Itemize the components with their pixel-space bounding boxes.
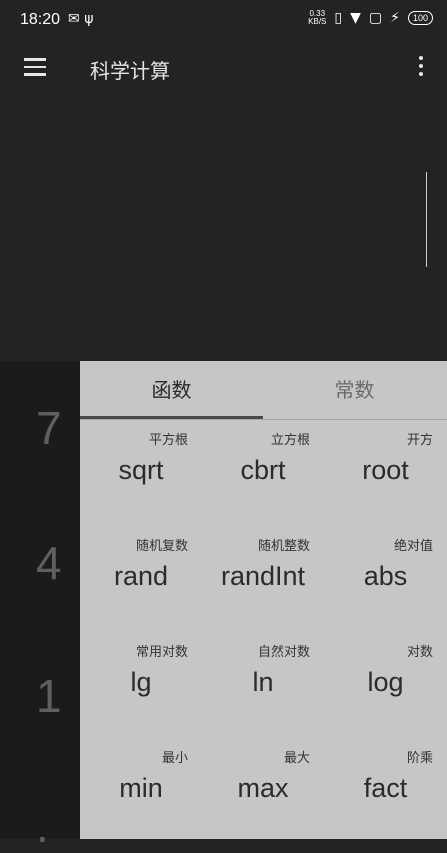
decimal-key[interactable]: .: [36, 799, 49, 853]
function-label: 随机复数: [135, 539, 188, 554]
function-name: ln: [252, 667, 274, 697]
vibrate-icon: ▯: [334, 10, 343, 26]
wifi-icon: ▼: [350, 10, 361, 26]
digit-key-7[interactable]: 7: [36, 401, 62, 455]
function-key-rand[interactable]: 随机复数 rand: [80, 525, 202, 631]
function-key-lg[interactable]: 常用对数 lg: [80, 631, 202, 737]
function-key-randint[interactable]: 随机整数 randInt: [202, 525, 324, 631]
function-label: 立方根: [270, 433, 310, 448]
function-label: 常用对数: [135, 645, 188, 660]
tab-functions[interactable]: 函数: [80, 361, 263, 419]
digit-key-1[interactable]: 1: [36, 669, 62, 723]
status-bar: 18:20 ✉ ψ 0.33 KB/S ▯ ▼ ▢ ⚡ 100: [0, 0, 447, 40]
status-time: 18:20: [20, 11, 61, 28]
function-label: 随机整数: [257, 539, 310, 554]
function-name: abs: [363, 561, 408, 591]
net-speed-unit: KB/S: [308, 17, 327, 26]
status-right: 0.33 KB/S ▯ ▼ ▢ ⚡ 100: [308, 10, 433, 26]
charging-icon: ⚡: [390, 10, 400, 26]
net-speed: 0.33 KB/S: [308, 10, 326, 26]
function-key-ln[interactable]: 自然对数 ln: [202, 631, 324, 737]
screen-icon: ▢: [368, 10, 383, 26]
function-key-min[interactable]: 最小 min: [80, 737, 202, 839]
page-title: 科学计算: [90, 59, 170, 83]
function-name: lg: [130, 667, 152, 697]
digit-key-4[interactable]: 4: [36, 536, 62, 590]
function-key-cbrt[interactable]: 立方根 cbrt: [202, 419, 324, 525]
function-name: max: [237, 773, 289, 803]
function-name: root: [362, 455, 409, 485]
menu-icon[interactable]: [24, 58, 46, 76]
function-label: 对数: [406, 645, 433, 660]
function-key-fact[interactable]: 阶乘 fact: [324, 737, 447, 839]
function-label: 平方根: [148, 433, 188, 448]
function-name: randInt: [220, 561, 306, 591]
function-label: 最小: [161, 751, 188, 766]
functions-panel: 函数 常数 平方根 sqrt 立方根 cbrt 开方 root 随机复数 ran…: [80, 361, 447, 839]
function-name: fact: [363, 773, 408, 803]
function-key-log[interactable]: 对数 log: [324, 631, 447, 737]
function-name: min: [119, 773, 163, 803]
function-label: 开方: [406, 433, 433, 448]
function-label: 最大: [283, 751, 310, 766]
function-label: 阶乘: [406, 751, 433, 766]
usb-icon: ψ: [84, 11, 94, 27]
tab-constants[interactable]: 常数: [263, 361, 446, 419]
function-name: log: [367, 667, 404, 697]
notification-icons: ✉ ψ: [68, 11, 93, 27]
mail-icon: ✉: [68, 11, 80, 27]
function-name: rand: [113, 561, 169, 591]
function-label: 绝对值: [393, 539, 433, 554]
function-key-abs[interactable]: 绝对值 abs: [324, 525, 447, 631]
expression-display[interactable]: [0, 96, 447, 361]
function-label: 自然对数: [257, 645, 310, 660]
app-toolbar: 科学计算: [0, 40, 447, 96]
function-name: sqrt: [118, 455, 164, 485]
panel-tabs: 函数 常数: [80, 361, 447, 420]
function-name: cbrt: [240, 455, 286, 485]
function-grid: 平方根 sqrt 立方根 cbrt 开方 root 随机复数 rand 随机整数…: [80, 419, 447, 839]
function-key-sqrt[interactable]: 平方根 sqrt: [80, 419, 202, 525]
text-cursor: [426, 172, 427, 267]
function-key-max[interactable]: 最大 max: [202, 737, 324, 839]
more-options-icon[interactable]: [419, 56, 425, 80]
battery-icon: 100: [407, 11, 433, 25]
function-key-root[interactable]: 开方 root: [324, 419, 447, 525]
